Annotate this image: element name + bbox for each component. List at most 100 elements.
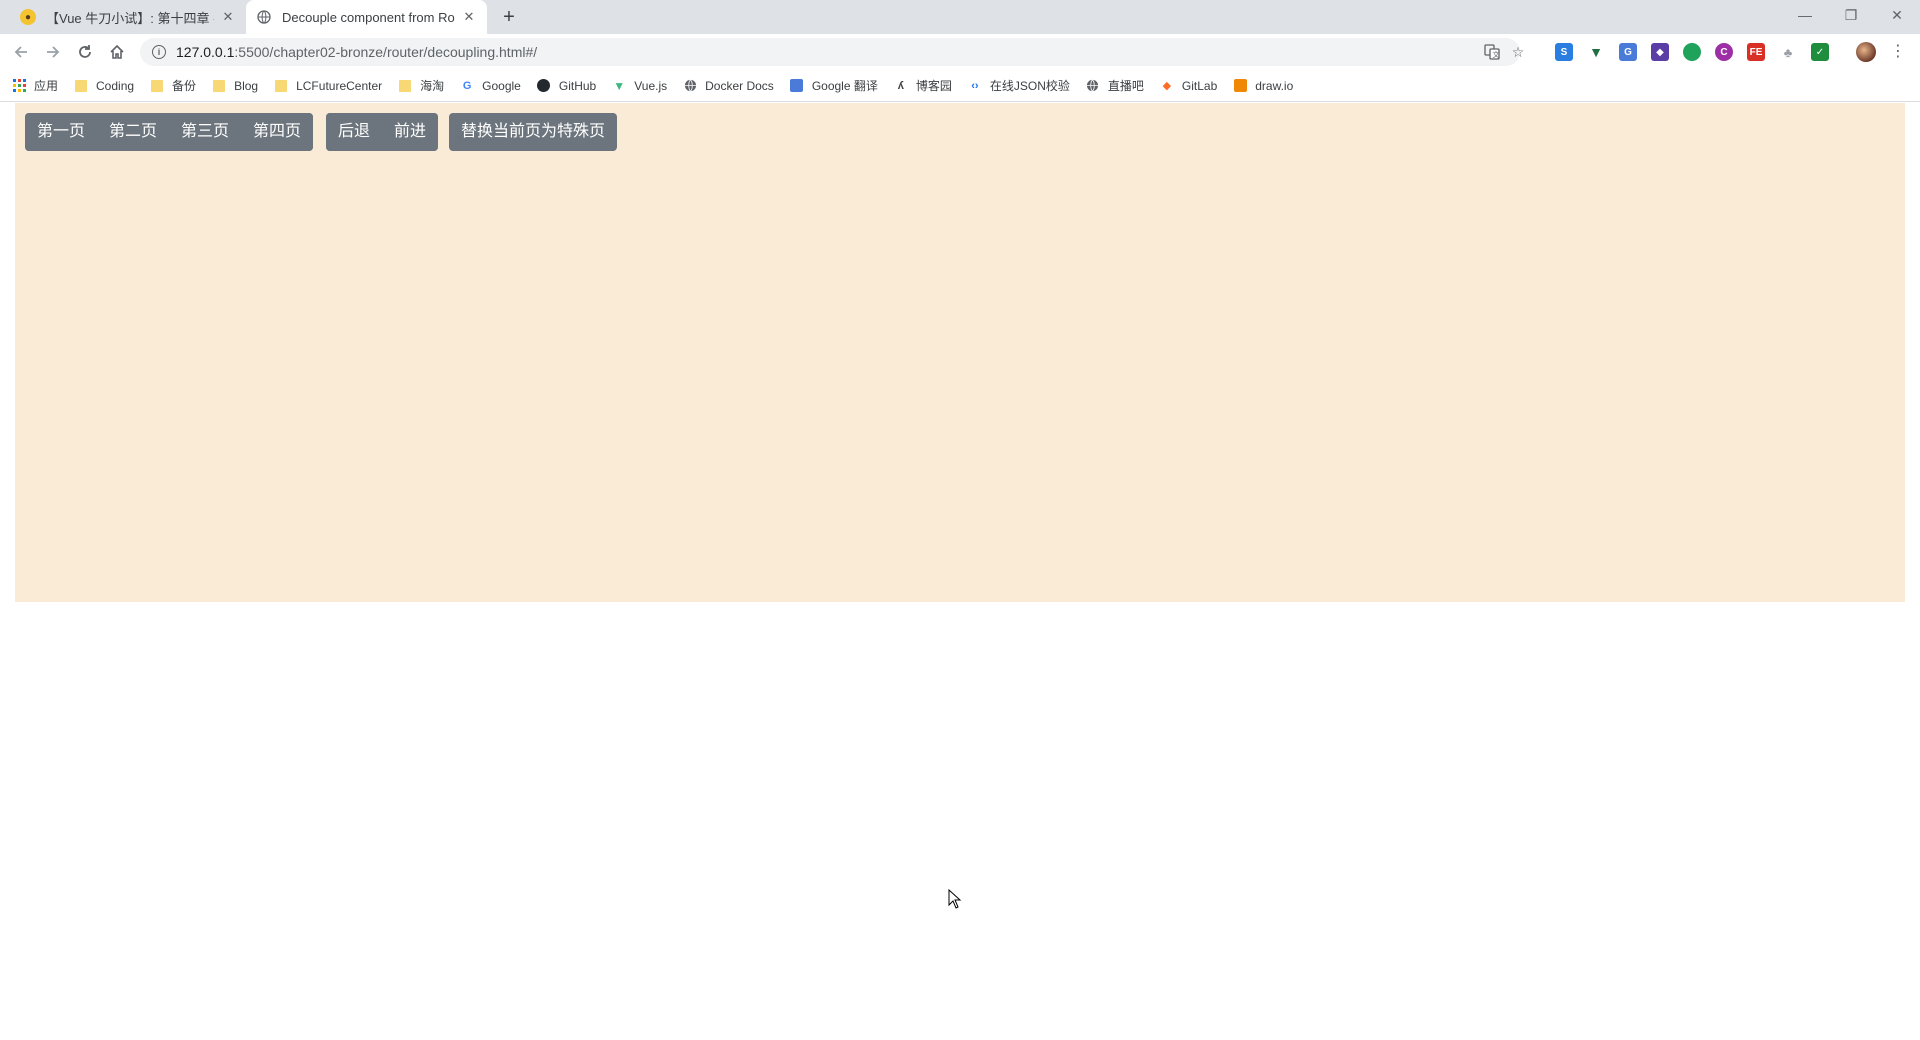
- bookmark-label: 博客园: [915, 79, 952, 93]
- page-viewport: 第一页 第二页 第三页 第四页 后退 前进 替换当前页为特殊页: [0, 103, 1920, 1040]
- bookmark-blog[interactable]: Blog: [212, 79, 258, 93]
- bookmark-drawio[interactable]: draw.io: [1233, 79, 1293, 93]
- bookmark-lcfuturecenter[interactable]: LCFutureCenter: [274, 79, 382, 93]
- tab-vue-article[interactable]: ● 【Vue 牛刀小试】: 第十四章 - ✕: [10, 0, 246, 34]
- page-nav-button-group: 第一页 第二页 第三页 第四页: [25, 113, 314, 151]
- gitlab-icon: ◆: [1162, 80, 1172, 92]
- replace-special-page-button[interactable]: 替换当前页为特殊页: [449, 113, 618, 151]
- hedgehog-icon: ●: [20, 9, 36, 25]
- bookmark-vuejs[interactable]: ▼ Vue.js: [612, 79, 667, 93]
- folder-icon: [74, 79, 88, 93]
- tab-title: Decouple component from Ro: [282, 9, 455, 25]
- page-2-button[interactable]: 第二页: [97, 113, 170, 151]
- bookmarks-bar: 应用 Coding 备份 Blog LCFutureCenter 海淘 G Go…: [0, 70, 1920, 102]
- bookmark-label: Google: [482, 78, 521, 93]
- info-icon[interactable]: i: [152, 45, 166, 59]
- close-icon[interactable]: ✕: [220, 9, 236, 25]
- bookmark-label: Blog: [234, 78, 259, 93]
- bookmark-label: GitLab: [1181, 78, 1218, 93]
- close-icon[interactable]: ✕: [461, 9, 477, 25]
- url-path: :5500/chapter02-bronze/router/decoupling…: [234, 44, 538, 60]
- svg-text:文: 文: [1493, 50, 1500, 59]
- bookmark-backup[interactable]: 备份: [150, 77, 196, 94]
- forward-button[interactable]: [40, 39, 66, 65]
- bookmark-label: GitHub: [558, 78, 597, 93]
- bookmark-github[interactable]: GitHub: [537, 79, 596, 93]
- profile-avatar[interactable]: [1856, 42, 1876, 62]
- bookmark-label: LCFutureCenter: [296, 78, 383, 93]
- globe-icon: [1086, 79, 1100, 93]
- bookmark-label: 应用: [34, 79, 59, 93]
- app-container: 第一页 第二页 第三页 第四页 后退 前进 替换当前页为特殊页: [15, 103, 1905, 602]
- fe-extension-icon[interactable]: FE: [1747, 43, 1765, 61]
- history-back-button[interactable]: 后退: [326, 113, 383, 151]
- page-1-button[interactable]: 第一页: [25, 113, 98, 151]
- bookmark-google[interactable]: G Google: [460, 79, 521, 93]
- mouse-cursor-icon: [948, 889, 962, 909]
- bookmark-apps[interactable]: 应用: [12, 77, 58, 94]
- url-host: 127.0.0.1: [176, 44, 235, 60]
- cube-extension-icon[interactable]: ◆: [1651, 43, 1669, 61]
- arrow-right-icon: [47, 46, 60, 58]
- bookmark-gitlab[interactable]: ◆ GitLab: [1160, 78, 1218, 93]
- folder-icon: [398, 79, 412, 93]
- bookmark-coding[interactable]: Coding: [74, 79, 134, 93]
- star-icon[interactable]: ☆: [1508, 42, 1528, 62]
- history-button-group: 后退 前进: [326, 113, 439, 151]
- folder-icon: [212, 79, 226, 93]
- google-icon: G: [462, 79, 472, 92]
- bookmark-zhibo8[interactable]: 直播吧: [1086, 77, 1144, 94]
- globe-icon: [683, 79, 697, 93]
- page-3-button[interactable]: 第三页: [169, 113, 242, 151]
- history-forward-button[interactable]: 前进: [382, 113, 439, 151]
- bookmark-label: Vue.js: [634, 78, 668, 93]
- code-icon: ‹›: [971, 79, 979, 92]
- bookmark-haitao[interactable]: 海淘: [398, 77, 444, 94]
- bookmark-label: 备份: [172, 79, 197, 93]
- green-circle-extension-icon[interactable]: [1683, 43, 1701, 61]
- reload-button[interactable]: [72, 39, 98, 65]
- bookmark-cnblogs[interactable]: ʎ 博客园: [894, 77, 952, 94]
- home-icon: [110, 44, 124, 59]
- restore-button[interactable]: ❐: [1828, 0, 1874, 30]
- back-button[interactable]: [8, 39, 34, 65]
- new-tab-button[interactable]: +: [496, 4, 522, 30]
- arrow-left-icon: [14, 46, 27, 58]
- tree-extension-icon[interactable]: ♣: [1779, 43, 1797, 61]
- minimize-button[interactable]: —: [1782, 0, 1828, 30]
- folder-icon: [274, 79, 288, 93]
- bookmark-label: 直播吧: [1107, 79, 1144, 93]
- bookmark-json-validator[interactable]: ‹› 在线JSON校验: [968, 77, 1070, 94]
- github-icon: [537, 79, 551, 93]
- replace-button-group: 替换当前页为特殊页: [449, 113, 618, 151]
- folder-icon: [150, 79, 164, 93]
- bookmark-label: draw.io: [1255, 78, 1294, 93]
- close-window-button[interactable]: ✕: [1874, 0, 1920, 30]
- home-button[interactable]: [104, 39, 130, 65]
- address-bar[interactable]: i 127.0.0.1:5500/chapter02-bronze/router…: [140, 38, 1524, 66]
- bookmark-label: Google 翻译: [811, 79, 878, 93]
- reload-icon: [79, 45, 91, 58]
- tab-strip: ● 【Vue 牛刀小试】: 第十四章 - ✕ Decouple componen…: [0, 0, 1920, 34]
- bookmark-google-translate[interactable]: Google 翻译: [790, 77, 878, 94]
- google-translate-extension-icon[interactable]: G: [1619, 43, 1637, 61]
- browser-toolbar: i 127.0.0.1:5500/chapter02-bronze/router…: [0, 34, 1920, 70]
- vue-icon: ▼: [613, 78, 626, 93]
- shield-extension-icon[interactable]: ✓: [1811, 43, 1829, 61]
- page-4-button[interactable]: 第四页: [241, 113, 314, 151]
- bookmark-label: 海淘: [420, 79, 445, 93]
- vue-devtools-extension-icon[interactable]: ▼: [1587, 43, 1605, 61]
- bookmark-label: Docker Docs: [705, 78, 774, 93]
- tab-decouple[interactable]: Decouple component from Ro ✕: [246, 0, 487, 34]
- screen-capture-extension-icon[interactable]: S: [1555, 43, 1573, 61]
- menu-icon[interactable]: ⋮: [1888, 42, 1908, 62]
- c-extension-icon[interactable]: C: [1715, 43, 1733, 61]
- translate-icon[interactable]: 文: [1482, 42, 1502, 62]
- globe-icon: [256, 9, 272, 25]
- drawio-icon: [1233, 79, 1247, 93]
- bookmark-label: 在线JSON校验: [989, 79, 1070, 93]
- bookmark-label: Coding: [96, 78, 135, 93]
- cnblogs-icon: ʎ: [897, 79, 904, 92]
- bookmark-docker-docs[interactable]: Docker Docs: [683, 79, 774, 93]
- translate-icon: [790, 79, 804, 93]
